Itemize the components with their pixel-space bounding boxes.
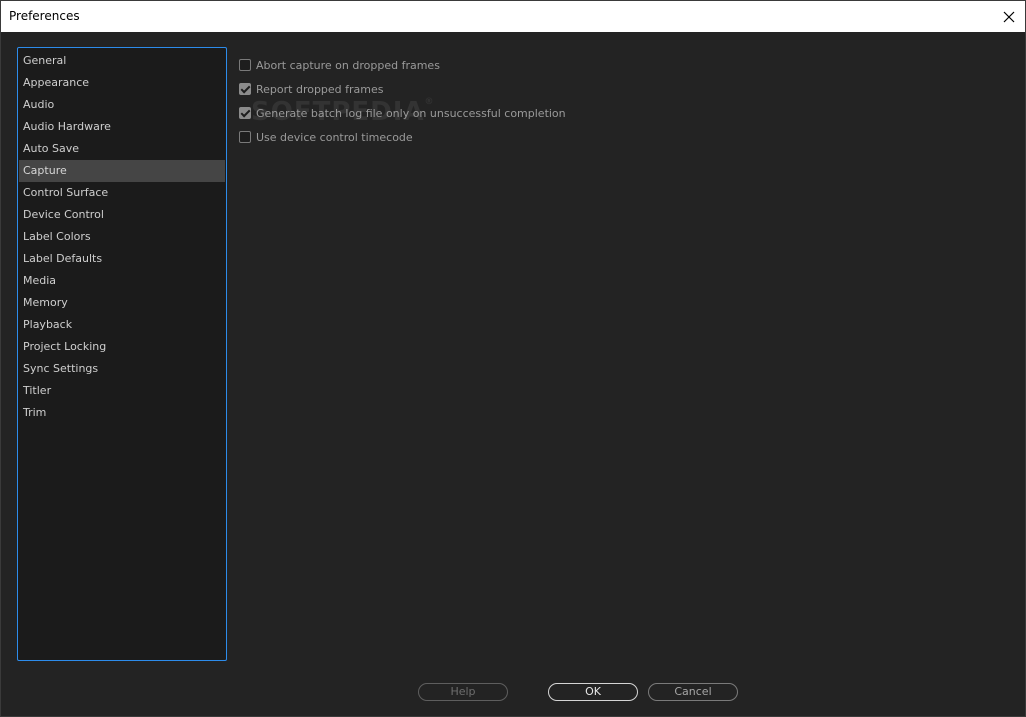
category-item-appearance[interactable]: Appearance bbox=[19, 72, 225, 94]
checkbox[interactable] bbox=[239, 83, 251, 95]
category-item-media[interactable]: Media bbox=[19, 270, 225, 292]
category-item-auto-save[interactable]: Auto Save bbox=[19, 138, 225, 160]
category-item-memory[interactable]: Memory bbox=[19, 292, 225, 314]
preferences-dialog: Preferences General Appearance Audio Audio … bbox=[0, 0, 1026, 717]
category-item-audio-hardware[interactable]: Audio Hardware bbox=[19, 116, 225, 138]
category-item-project-locking[interactable]: Project Locking bbox=[19, 336, 225, 358]
cancel-button[interactable]: Cancel bbox=[648, 683, 738, 701]
checkbox[interactable] bbox=[239, 131, 251, 143]
category-item-device-control[interactable]: Device Control bbox=[19, 204, 225, 226]
category-item-label-defaults[interactable]: Label Defaults bbox=[19, 248, 225, 270]
category-list: General Appearance Audio Audio Hardware Auto… bbox=[19, 50, 225, 424]
category-item-audio[interactable]: Audio bbox=[19, 94, 225, 116]
category-item-playback[interactable]: Playback bbox=[19, 314, 225, 336]
checkbox[interactable] bbox=[239, 59, 251, 71]
close-button[interactable] bbox=[993, 1, 1025, 32]
checkbox-label: Abort capture on dropped frames bbox=[256, 58, 440, 72]
checkbox[interactable] bbox=[239, 107, 251, 119]
category-item-sync-settings[interactable]: Sync Settings bbox=[19, 358, 225, 380]
category-item-capture[interactable]: Capture bbox=[19, 160, 225, 182]
help-button[interactable]: Help bbox=[418, 683, 508, 701]
title-bar: Preferences bbox=[1, 1, 1025, 32]
checkbox-label: Generate batch log file only on unsucces… bbox=[256, 106, 566, 120]
category-item-general[interactable]: General bbox=[19, 50, 225, 72]
window-title: Preferences bbox=[9, 9, 80, 23]
capture-option-row[interactable]: Use device control timecode bbox=[239, 129, 413, 145]
close-icon bbox=[1003, 11, 1015, 22]
category-item-control-surface[interactable]: Control Surface bbox=[19, 182, 225, 204]
capture-option-row[interactable]: Generate batch log file only on unsucces… bbox=[239, 105, 566, 121]
capture-option-row[interactable]: Abort capture on dropped frames bbox=[239, 57, 440, 73]
checkbox-label: Use device control timecode bbox=[256, 130, 413, 144]
category-item-trim[interactable]: Trim bbox=[19, 402, 225, 424]
checkbox-label: Report dropped frames bbox=[256, 82, 384, 96]
capture-option-row[interactable]: Report dropped frames bbox=[239, 81, 384, 97]
category-item-titler[interactable]: Titler bbox=[19, 380, 225, 402]
category-item-label-colors[interactable]: Label Colors bbox=[19, 226, 225, 248]
preferences-category-list[interactable]: General Appearance Audio Audio Hardware Auto… bbox=[17, 47, 227, 661]
ok-button[interactable]: OK bbox=[548, 683, 638, 701]
